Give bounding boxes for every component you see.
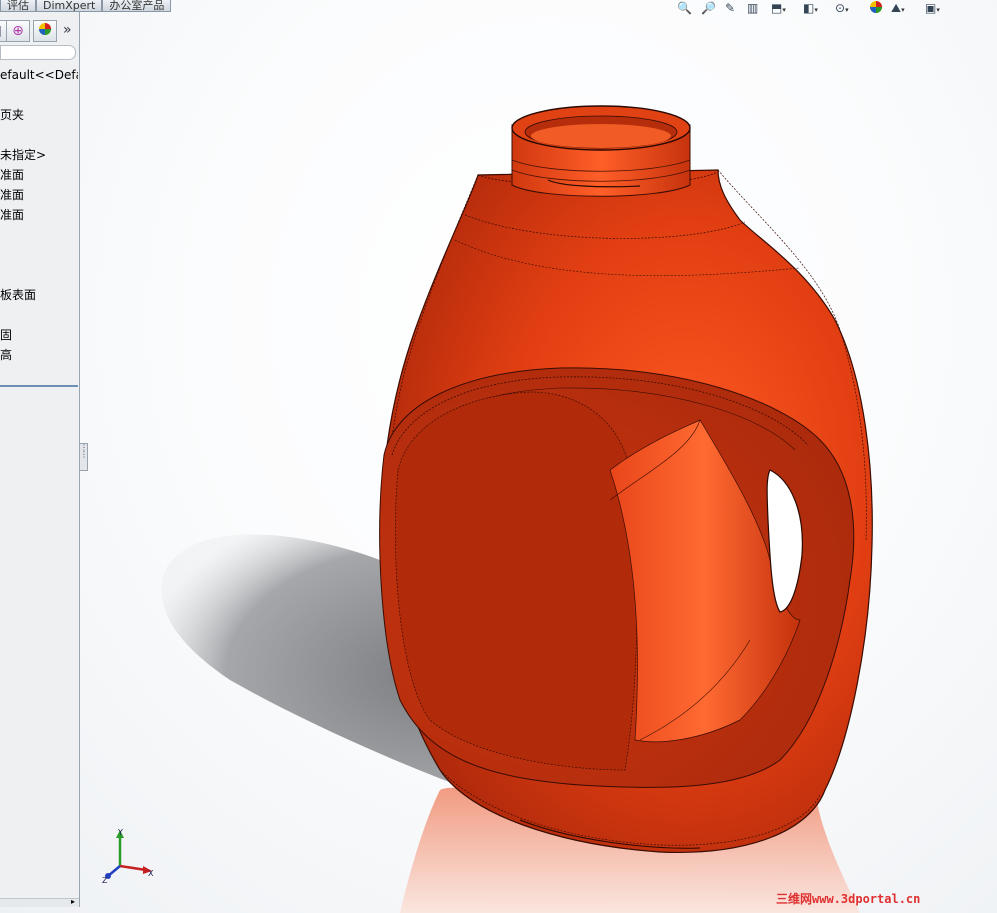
appearance-pie-icon (38, 22, 52, 40)
hide-show-items-icon[interactable]: ⊙▾ (835, 0, 849, 16)
apply-scene-icon[interactable]: ⛰▾ (891, 0, 905, 16)
zoom-to-area-icon[interactable]: 🔎 (701, 0, 716, 16)
tree-item-configuration[interactable]: efault<<Defa (0, 68, 78, 82)
tab-dimxpert[interactable]: DimXpert (36, 0, 103, 12)
section-view-icon[interactable]: ▥ (747, 0, 758, 16)
dimxpert-manager-tab[interactable]: ⊕ (6, 20, 30, 42)
graphics-area[interactable] (0, 0, 997, 913)
grip-flat-panel (395, 391, 638, 771)
watermark: 三维网www.3dportal.cn (776, 892, 921, 906)
tree-item-material[interactable]: 未指定> (0, 148, 78, 162)
triad-x-label: X (148, 869, 154, 878)
tree-item-height[interactable]: 高 (0, 348, 78, 362)
triad-z-label: Z (102, 876, 108, 884)
display-style-icon[interactable]: ◧▾ (803, 0, 818, 16)
previous-view-icon[interactable]: ✎ (725, 0, 735, 16)
command-manager-tabs: 评估 DimXpert 办公室产品 (0, 0, 172, 12)
tree-item-folder[interactable]: 页夹 (0, 108, 78, 122)
scroll-right-icon[interactable]: ▸ (71, 897, 75, 906)
tree-item-plane-1[interactable]: 准面 (0, 168, 78, 182)
tab-evaluate[interactable]: 评估 (0, 0, 36, 12)
panel-horizontal-scrollbar[interactable]: ▸ (0, 897, 79, 907)
panel-tab-bar: ▮ ⊕ » (0, 20, 79, 42)
tab-office-products[interactable]: 办公室产品 (102, 0, 172, 12)
dimxpert-icon: ⊕ (12, 23, 24, 39)
edit-appearance-icon[interactable] (869, 0, 883, 16)
display-manager-tab[interactable] (33, 20, 57, 42)
panel-collapse-handle[interactable]: ⋮ ⋮ (79, 443, 88, 471)
more-tabs-button[interactable]: » (63, 22, 72, 38)
feature-manager-panel: ▮ ⊕ » efault<<Defa 页夹 未指定> 准面 准面 准面 板表面 … (0, 12, 80, 907)
tree-item-plane-3[interactable]: 准面 (0, 208, 78, 222)
rollback-bar[interactable] (0, 385, 78, 387)
tree-item-solid[interactable]: 固 (0, 328, 78, 342)
tree-filter-input[interactable] (0, 45, 76, 60)
config-manager-icon: ▮ (0, 23, 2, 39)
reference-triad: Y X Z (102, 828, 154, 884)
tree-item-plane-2[interactable]: 准面 (0, 188, 78, 202)
tree-item-sheet-surface[interactable]: 板表面 (0, 288, 78, 302)
view-settings-icon[interactable]: ▣▾ (925, 0, 940, 16)
view-orientation-icon[interactable]: ⬒▾ (771, 0, 786, 16)
bottle-model[interactable] (0, 0, 997, 913)
zoom-to-fit-icon[interactable]: 🔍 (677, 0, 692, 16)
triad-y-label: Y (117, 828, 123, 837)
